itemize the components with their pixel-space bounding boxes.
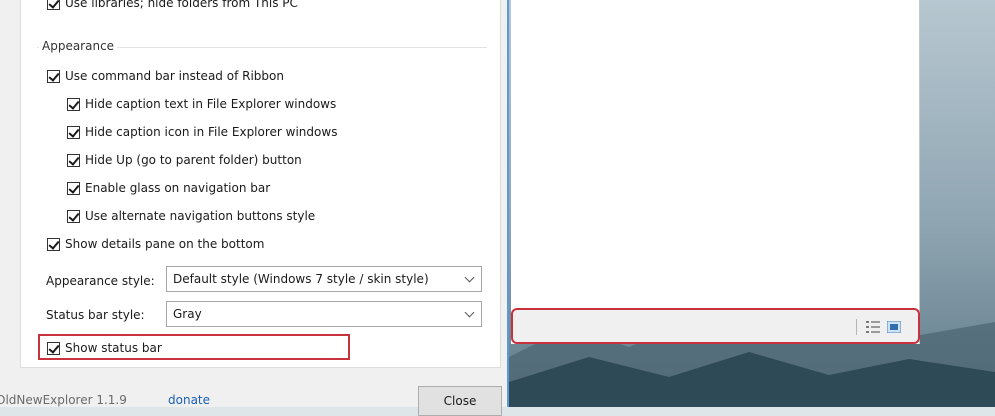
status-separator — [856, 319, 857, 335]
checkbox-icon[interactable] — [67, 181, 80, 195]
selected-value: Default style (Windows 7 style / skin st… — [173, 272, 429, 286]
settings-dialog: Use libraries; hide folders from This PC… — [0, 0, 509, 416]
checkbox-icon[interactable] — [47, 0, 60, 10]
option-label: Hide caption text in File Explorer windo… — [85, 97, 337, 111]
option-label: Show details pane on the bottom — [65, 237, 265, 251]
option-label: Hide Up (go to parent folder) button — [85, 153, 302, 167]
chevron-down-icon — [464, 307, 475, 318]
option-label: Hide caption icon in File Explorer windo… — [85, 125, 338, 139]
status-bar-style-label: Status bar style: — [46, 308, 145, 322]
option-use-libraries[interactable]: Use libraries; hide folders from This PC — [47, 0, 298, 12]
explorer-window — [511, 0, 920, 344]
option-label: Enable glass on navigation bar — [85, 181, 271, 195]
checkbox-icon[interactable] — [67, 153, 80, 167]
show-status-bar-highlight — [38, 334, 350, 360]
details-view-icon[interactable] — [866, 321, 880, 333]
option-label: Use alternate navigation buttons style — [85, 209, 316, 223]
status-bar — [511, 308, 920, 344]
large-icons-view-icon[interactable] — [887, 321, 901, 333]
option-command-bar[interactable]: Use command bar instead of Ribbon — [47, 67, 284, 85]
status-bar-style-select[interactable]: Gray — [166, 301, 482, 327]
checkbox-icon[interactable] — [67, 209, 80, 223]
option-enable-glass[interactable]: Enable glass on navigation bar — [67, 179, 270, 197]
option-hide-caption-icon[interactable]: Hide caption icon in File Explorer windo… — [67, 123, 337, 141]
version-text: OldNewExplorer 1.1.9 — [0, 393, 127, 407]
checkbox-icon[interactable] — [67, 97, 80, 111]
option-label: Use libraries; hide folders from This PC — [65, 0, 298, 10]
checkbox-icon[interactable] — [47, 237, 60, 251]
donate-link[interactable]: donate — [168, 393, 210, 407]
appearance-style-select[interactable]: Default style (Windows 7 style / skin st… — [166, 266, 482, 292]
option-hide-up-button[interactable]: Hide Up (go to parent folder) button — [67, 151, 302, 169]
option-details-pane-bottom[interactable]: Show details pane on the bottom — [47, 235, 264, 253]
settings-panel: Use libraries; hide folders from This PC… — [20, 0, 501, 368]
checkbox-icon[interactable] — [67, 125, 80, 139]
appearance-style-label: Appearance style: — [46, 274, 155, 288]
selected-value: Gray — [173, 307, 202, 321]
option-hide-caption-text[interactable]: Hide caption text in File Explorer windo… — [67, 95, 336, 113]
option-alternate-nav-buttons[interactable]: Use alternate navigation buttons style — [67, 207, 315, 225]
checkbox-icon[interactable] — [47, 69, 60, 83]
chevron-down-icon — [464, 272, 475, 283]
close-button[interactable]: Close — [418, 386, 502, 416]
option-label: Use command bar instead of Ribbon — [65, 69, 284, 83]
appearance-group-label: Appearance — [39, 39, 118, 53]
